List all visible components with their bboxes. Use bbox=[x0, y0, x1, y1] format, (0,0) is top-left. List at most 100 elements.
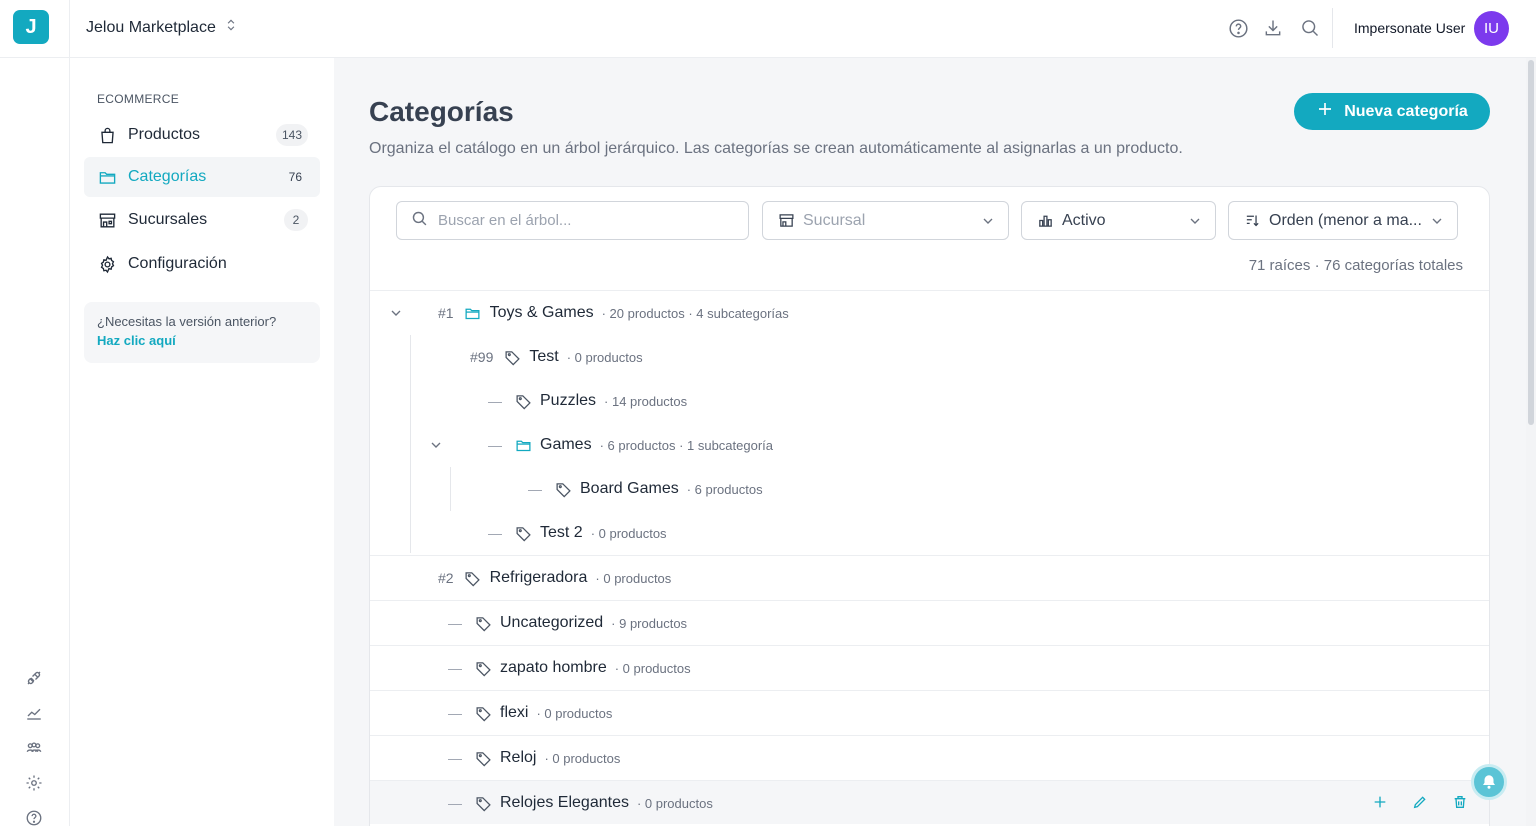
category-tree-card: Sucursal Activo Orden (menor a ma... 71 … bbox=[369, 186, 1490, 826]
chevron-down-icon[interactable] bbox=[428, 437, 444, 453]
legacy-link[interactable]: Haz clic aquí bbox=[97, 333, 307, 348]
category-name[interactable]: Relojes Elegantes bbox=[500, 794, 629, 812]
workspace-switcher[interactable]: Jelou Marketplace bbox=[86, 18, 238, 37]
category-name[interactable]: Reloj bbox=[500, 749, 536, 767]
sidebar-item-sucursales[interactable]: Sucursales 2 bbox=[84, 200, 320, 240]
tree-row[interactable]: — Board Games · 6 productos bbox=[370, 467, 1489, 511]
category-meta: · 0 productos bbox=[614, 660, 691, 676]
tree-row[interactable]: #2 Refrigeradora · 0 productos bbox=[370, 555, 1489, 599]
dash-marker: — bbox=[448, 750, 462, 766]
status-select-label: Activo bbox=[1062, 211, 1106, 229]
category-meta: · 0 productos bbox=[544, 750, 621, 766]
status-select[interactable]: Activo bbox=[1021, 201, 1216, 240]
help-circle-icon[interactable] bbox=[1226, 16, 1250, 40]
row-actions bbox=[1371, 793, 1469, 811]
new-category-button[interactable]: Nueva categoría bbox=[1294, 93, 1490, 130]
gear-icon bbox=[96, 253, 118, 275]
plus-icon bbox=[1316, 100, 1334, 123]
tree-row[interactable]: — Games · 6 productos · 1 subcategoría bbox=[370, 423, 1489, 467]
category-meta: · 20 productos · 4 subcategorías bbox=[601, 305, 789, 321]
category-meta: · 0 productos bbox=[595, 570, 672, 586]
folder-icon bbox=[96, 166, 118, 188]
page-scrollbar-thumb[interactable] bbox=[1528, 60, 1534, 425]
dash-marker: — bbox=[488, 525, 502, 541]
count-badge: 143 bbox=[275, 124, 308, 146]
store-icon bbox=[96, 209, 118, 231]
sidebar: ECOMMERCE Productos 143 Categorías 76 Su… bbox=[70, 58, 334, 826]
tree-row[interactable]: #1 Toys & Games · 20 productos · 4 subca… bbox=[370, 291, 1489, 335]
tag-icon bbox=[514, 392, 532, 410]
category-name[interactable]: zapato hombre bbox=[500, 659, 607, 677]
trash-icon[interactable] bbox=[1451, 793, 1469, 811]
category-name[interactable]: Test bbox=[529, 348, 558, 366]
category-meta: · 9 productos bbox=[611, 615, 688, 631]
avatar[interactable]: IU bbox=[1474, 11, 1509, 46]
search-input[interactable] bbox=[438, 212, 728, 229]
chevron-updown-icon bbox=[224, 18, 238, 37]
app-logo[interactable]: J bbox=[13, 10, 49, 44]
user-name[interactable]: Impersonate User bbox=[1354, 20, 1465, 36]
folder-icon bbox=[464, 304, 482, 322]
add-subcategory-icon[interactable] bbox=[1371, 793, 1389, 811]
category-name[interactable]: Uncategorized bbox=[500, 614, 603, 632]
tag-icon bbox=[514, 524, 532, 542]
analytics-icon[interactable] bbox=[22, 701, 46, 725]
tree-row[interactable]: — zapato hombre · 0 productos bbox=[370, 645, 1489, 689]
edit-icon[interactable] bbox=[1411, 793, 1429, 811]
category-name[interactable]: Toys & Games bbox=[490, 304, 594, 322]
category-meta: · 0 productos bbox=[566, 349, 643, 365]
tree-row[interactable]: — Uncategorized · 9 productos bbox=[370, 600, 1489, 644]
download-icon[interactable] bbox=[1261, 16, 1285, 40]
tree-row[interactable]: — Relojes Elegantes · 0 productos bbox=[370, 780, 1489, 824]
help-icon[interactable] bbox=[22, 806, 46, 826]
main-content: Categorías Organiza el catálogo en un ár… bbox=[334, 58, 1526, 826]
tag-icon bbox=[474, 704, 492, 722]
category-name[interactable]: Test 2 bbox=[540, 524, 583, 542]
order-select[interactable]: Orden (menor a ma... bbox=[1228, 201, 1458, 240]
sidebar-item-label: Sucursales bbox=[128, 211, 208, 228]
tag-icon bbox=[503, 348, 521, 366]
sort-icon bbox=[1243, 212, 1261, 230]
tree-row[interactable]: — flexi · 0 productos bbox=[370, 690, 1489, 734]
dash-marker: — bbox=[448, 660, 462, 676]
tree-row[interactable]: #99 Test · 0 productos bbox=[370, 335, 1489, 379]
store-icon bbox=[777, 212, 795, 230]
category-name[interactable]: Refrigeradora bbox=[490, 569, 588, 587]
category-name[interactable]: flexi bbox=[500, 704, 528, 722]
sidebar-item-label: Productos bbox=[128, 126, 201, 143]
sidebar-item-categorias[interactable]: Categorías 76 bbox=[84, 157, 320, 197]
tree-row[interactable]: — Reloj · 0 productos bbox=[370, 735, 1489, 779]
category-meta: · 14 productos bbox=[604, 393, 688, 409]
tag-icon bbox=[464, 569, 482, 587]
sidebar-section-label: ECOMMERCE bbox=[97, 92, 180, 106]
category-meta: · 0 productos bbox=[536, 705, 613, 721]
sidebar-item-configuracion[interactable]: Configuración bbox=[84, 244, 320, 284]
legacy-version-box: ¿Necesitas la versión anterior? Haz clic… bbox=[84, 302, 320, 363]
page-description: Organiza el catálogo en un árbol jerárqu… bbox=[369, 140, 1183, 157]
tag-icon bbox=[474, 614, 492, 632]
branch-select[interactable]: Sucursal bbox=[762, 201, 1009, 240]
workspace-name: Jelou Marketplace bbox=[86, 18, 216, 36]
notification-bell-icon[interactable] bbox=[1471, 764, 1507, 800]
team-icon[interactable] bbox=[22, 736, 46, 760]
category-meta: · 0 productos bbox=[590, 525, 667, 541]
chevron-down-icon bbox=[1187, 213, 1203, 229]
category-name[interactable]: Puzzles bbox=[540, 392, 596, 410]
category-name[interactable]: Board Games bbox=[580, 480, 679, 498]
settings-icon[interactable] bbox=[22, 771, 46, 795]
page-title: Categorías bbox=[369, 96, 514, 127]
chevron-down-icon[interactable] bbox=[388, 305, 404, 321]
tag-icon bbox=[474, 659, 492, 677]
search-icon[interactable] bbox=[1298, 16, 1322, 40]
count-badge: 2 bbox=[284, 209, 308, 231]
tree-row[interactable]: — Puzzles · 14 productos bbox=[370, 379, 1489, 423]
sidebar-item-productos[interactable]: Productos 143 bbox=[84, 115, 320, 155]
category-name[interactable]: Games bbox=[540, 436, 592, 454]
dash-marker: — bbox=[448, 615, 462, 631]
count-badge: 76 bbox=[288, 170, 302, 184]
plug-icon[interactable] bbox=[22, 666, 46, 690]
tree-search[interactable] bbox=[396, 201, 749, 240]
bar-chart-icon bbox=[1036, 212, 1054, 230]
tree-row[interactable]: — Test 2 · 0 productos bbox=[370, 511, 1489, 555]
order-select-label: Orden (menor a ma... bbox=[1269, 211, 1422, 229]
